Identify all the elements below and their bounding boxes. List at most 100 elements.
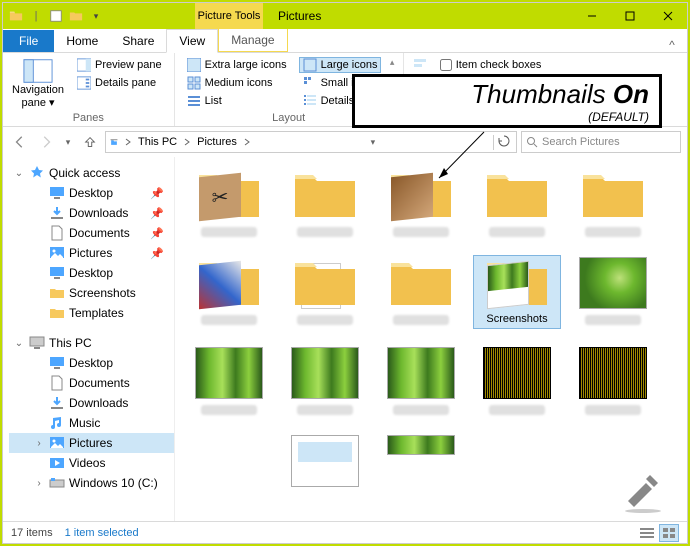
- md-icons-label: Medium icons: [205, 77, 273, 89]
- large-icons-option[interactable]: Large icons: [299, 57, 382, 73]
- details-pane-button[interactable]: Details pane: [73, 75, 166, 91]
- chevron-right-icon[interactable]: ›: [33, 478, 45, 489]
- window-title: Pictures: [278, 3, 321, 29]
- breadcrumb-root-chevron[interactable]: [122, 138, 134, 146]
- qat-separator: |: [27, 7, 45, 25]
- item-checkboxes-checkbox[interactable]: [440, 59, 452, 71]
- search-placeholder: Search Pictures: [542, 136, 620, 148]
- qat-new-folder-icon[interactable]: [67, 7, 85, 25]
- folder-screenshots[interactable]: Screenshots: [473, 255, 561, 329]
- status-thumbnails-view-button[interactable]: [659, 524, 679, 542]
- maximize-button[interactable]: [611, 3, 649, 29]
- breadcrumb-chevron-2[interactable]: [241, 138, 253, 146]
- file-tab[interactable]: File: [3, 30, 54, 52]
- breadcrumb-chevron-1[interactable]: [181, 138, 193, 146]
- address-dropdown-icon[interactable]: ▾: [368, 137, 379, 148]
- image-item[interactable]: [569, 345, 657, 417]
- context-tab-title: Picture Tools: [195, 3, 263, 29]
- forward-button[interactable]: [35, 131, 57, 153]
- sidebar-pc-music[interactable]: Music: [9, 413, 174, 433]
- annotation-text-bold: On: [613, 79, 649, 109]
- image-item[interactable]: [473, 345, 561, 417]
- sidebar-pc-videos[interactable]: Videos: [9, 453, 174, 473]
- quick-access-node[interactable]: ⌄ Quick access: [9, 163, 174, 183]
- history-dropdown[interactable]: ▾: [61, 131, 75, 153]
- home-tab[interactable]: Home: [54, 30, 110, 52]
- folder-item[interactable]: [281, 167, 369, 239]
- chevron-down-icon[interactable]: ⌄: [13, 338, 25, 349]
- folder-name-blurred: [585, 227, 641, 237]
- star-icon: [29, 165, 45, 181]
- this-pc-node[interactable]: ⌄ This PC: [9, 333, 174, 353]
- folder-name-blurred: [393, 315, 449, 325]
- list-option[interactable]: List: [183, 93, 291, 109]
- folder-name-blurred: [297, 315, 353, 325]
- sidebar-desktop[interactable]: Desktop📌: [9, 183, 174, 203]
- folder-item[interactable]: [569, 167, 657, 239]
- image-item[interactable]: [569, 255, 657, 329]
- chevron-down-icon[interactable]: ⌄: [13, 168, 25, 179]
- image-item[interactable]: [377, 345, 465, 417]
- xl-icons-label: Extra large icons: [205, 59, 287, 71]
- folder-item[interactable]: [377, 255, 465, 329]
- folder-item[interactable]: ✂: [185, 167, 273, 239]
- sidebar-pc-pictures[interactable]: ›Pictures: [9, 433, 174, 453]
- back-button[interactable]: [9, 131, 31, 153]
- image-name-blurred: [297, 405, 353, 415]
- navigation-tree[interactable]: ⌄ Quick access Desktop📌 Downloads📌 Docum…: [3, 157, 175, 521]
- sidebar-documents[interactable]: Documents📌: [9, 223, 174, 243]
- extra-large-icons-option[interactable]: Extra large icons: [183, 57, 291, 73]
- sidebar-pc-desktop[interactable]: Desktop: [9, 353, 174, 373]
- folder-name-blurred: [489, 227, 545, 237]
- list-label: List: [205, 95, 222, 107]
- close-button[interactable]: [649, 3, 687, 29]
- image-item[interactable]: [281, 345, 369, 417]
- sidebar-templates[interactable]: Templates: [9, 303, 174, 323]
- minimize-button[interactable]: [573, 3, 611, 29]
- folder-name-blurred: [393, 227, 449, 237]
- image-item[interactable]: [377, 433, 465, 489]
- qat-dropdown-icon[interactable]: ▾: [87, 7, 105, 25]
- pin-icon: 📌: [150, 247, 170, 260]
- breadcrumb-root-icon[interactable]: [108, 138, 120, 146]
- up-button[interactable]: [79, 131, 101, 153]
- item-checkboxes-option[interactable]: Item check boxes: [436, 57, 546, 73]
- breadcrumb-this-pc[interactable]: This PC: [136, 136, 179, 148]
- sidebar-pictures[interactable]: Pictures📌: [9, 243, 174, 263]
- address-row: ▾ This PC Pictures ▾ Search Pictures: [3, 127, 687, 157]
- image-item[interactable]: [281, 433, 369, 489]
- this-pc-label: This PC: [49, 336, 92, 350]
- breadcrumb-pictures[interactable]: Pictures: [195, 136, 239, 148]
- sidebar-pc-c[interactable]: ›Windows 10 (C:): [9, 473, 174, 493]
- sidebar-pc-downloads[interactable]: Downloads: [9, 393, 174, 413]
- ribbon-collapse-icon[interactable]: ^: [657, 38, 687, 52]
- search-box[interactable]: Search Pictures: [521, 131, 681, 153]
- downloads-icon: [49, 205, 65, 221]
- layout-scroll-up-icon[interactable]: ▴: [390, 57, 395, 68]
- sidebar-downloads[interactable]: Downloads📌: [9, 203, 174, 223]
- folder-icon: [7, 7, 25, 25]
- sidebar-pc-documents[interactable]: Documents: [9, 373, 174, 393]
- view-tab[interactable]: View: [166, 29, 218, 53]
- image-name-blurred: [393, 405, 449, 415]
- medium-icons-option[interactable]: Medium icons: [183, 75, 291, 91]
- folder-name-blurred: [201, 227, 257, 237]
- status-bar: 17 items 1 item selected: [3, 521, 687, 543]
- folder-item[interactable]: [185, 255, 273, 329]
- navigation-pane-button[interactable]: Navigation pane ▾: [11, 57, 65, 110]
- image-name-blurred: [585, 315, 641, 325]
- folder-name-blurred: [201, 315, 257, 325]
- chevron-right-icon[interactable]: ›: [33, 438, 45, 449]
- folder-item[interactable]: [281, 255, 369, 329]
- status-details-view-button[interactable]: [637, 524, 657, 542]
- refresh-button[interactable]: [493, 135, 514, 150]
- manage-tab[interactable]: Manage: [218, 27, 287, 52]
- drive-icon: [49, 475, 65, 491]
- sidebar-screenshots[interactable]: Screenshots: [9, 283, 174, 303]
- items-pane[interactable]: ✂: [175, 157, 687, 521]
- sidebar-desktop2[interactable]: Desktop: [9, 263, 174, 283]
- image-item[interactable]: [185, 345, 273, 417]
- qat-properties-icon[interactable]: [47, 7, 65, 25]
- share-tab[interactable]: Share: [110, 30, 166, 52]
- preview-pane-button[interactable]: Preview pane: [73, 57, 166, 73]
